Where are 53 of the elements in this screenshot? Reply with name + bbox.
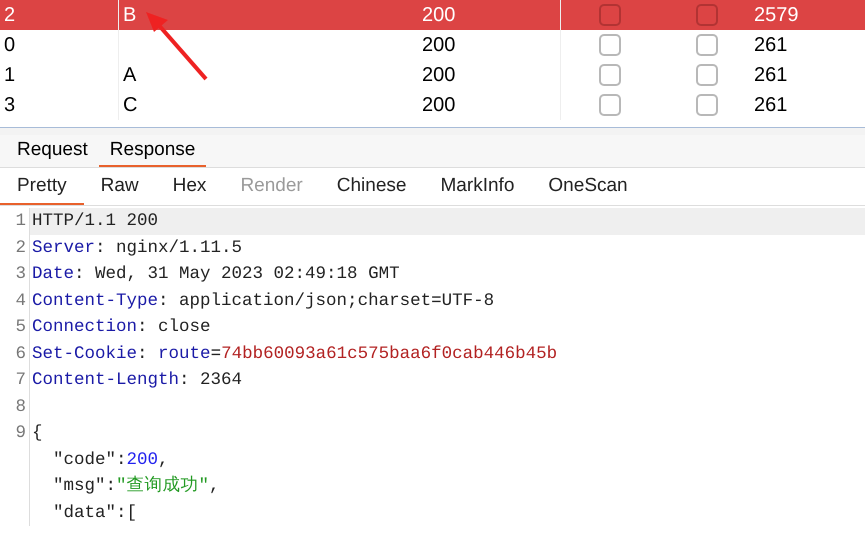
line-number: 7	[15, 369, 26, 392]
checkbox[interactable]	[599, 34, 621, 56]
line-number: 6	[15, 342, 26, 366]
tab[interactable]: Raw	[84, 170, 156, 205]
line-number: 1	[15, 210, 26, 234]
table-cell-text: 261	[754, 33, 788, 58]
tab[interactable]: OneScan	[531, 170, 645, 205]
line-number: 3	[15, 263, 26, 286]
code-line: Content-Type: application/json;charset=UTF-8	[31, 290, 494, 313]
table-cell-text: 261	[754, 93, 788, 118]
code-line: "msg":"查询成功",	[52, 474, 220, 498]
line-number: 8	[15, 396, 26, 419]
checkbox[interactable]	[599, 4, 621, 26]
table-cell-text: 2	[4, 3, 16, 28]
code-line: Set-Cookie: route=74bb60093a61c575baa6f0cab446b45b	[31, 342, 558, 366]
code-line: Content-Length: 2364	[31, 369, 242, 392]
line-number: 9	[15, 422, 26, 446]
checkbox[interactable]	[696, 34, 718, 56]
table-cell-text: 200	[422, 3, 456, 28]
table-row[interactable]: 2 B 200 2579	[0, 0, 865, 30]
table-cell-text: C	[123, 93, 138, 118]
code-line: "code":200,	[52, 448, 169, 472]
tab[interactable]: MarkInfo	[423, 170, 532, 205]
code-line: Connection: close	[31, 316, 211, 340]
tab[interactable]: Request	[6, 135, 99, 167]
checkbox[interactable]	[599, 64, 621, 86]
tab[interactable]: Pretty	[0, 170, 84, 205]
line-number: 2	[15, 236, 26, 260]
table-cell-text: A	[123, 63, 136, 88]
table-cell-text: 2579	[754, 3, 798, 28]
table-cell-text: 200	[422, 93, 456, 118]
checkbox[interactable]	[599, 94, 621, 116]
table-cell-text: 200	[422, 33, 456, 58]
table-cell-text: 0	[4, 33, 16, 58]
table-cell-text: B	[123, 3, 136, 28]
line-number: 4	[15, 290, 26, 313]
table-cell-text: 3	[4, 93, 16, 118]
table-cell-text: 1	[4, 63, 16, 88]
checkbox[interactable]	[696, 94, 718, 116]
checkbox[interactable]	[696, 4, 718, 26]
code-line: Date: Wed, 31 May 2023 02:49:18 GMT	[31, 263, 400, 286]
checkbox[interactable]	[696, 64, 718, 86]
annotation-arrow	[146, 12, 208, 80]
code-line: HTTP/1.1 200	[31, 210, 158, 234]
code-line: "data":[	[52, 502, 138, 525]
code-line: {	[31, 422, 43, 446]
tab[interactable]: Hex	[156, 170, 224, 205]
tab[interactable]: Response	[98, 135, 206, 167]
code-line: Server: nginx/1.11.5	[31, 236, 242, 260]
table-cell-text: 200	[422, 63, 456, 88]
table-cell-text: 261	[754, 63, 788, 88]
tab[interactable]: Chinese	[320, 170, 424, 205]
line-number: 5	[15, 316, 26, 340]
